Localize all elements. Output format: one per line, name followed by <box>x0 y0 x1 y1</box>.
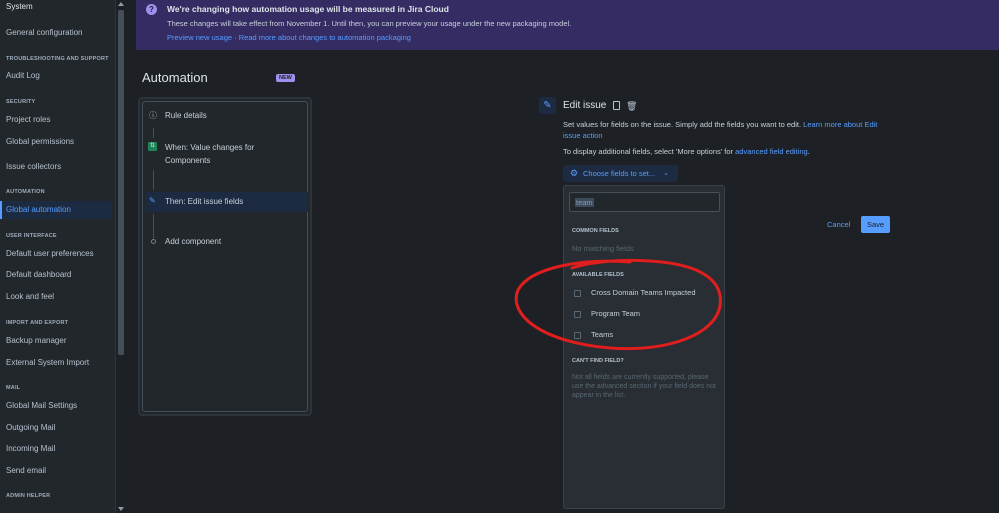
add-component-item[interactable]: Add component <box>143 236 307 250</box>
checkbox[interactable] <box>574 332 581 339</box>
sidebar-section-troubleshooting: TROUBLESHOOTING AND SUPPORT <box>6 56 109 62</box>
field-option-label: Program Team <box>591 309 641 318</box>
banner-text: These changes will take effect from Nove… <box>167 19 572 28</box>
sidebar-section-user-interface: USER INTERFACE <box>6 233 57 239</box>
chevron-down-icon: ⌄ <box>663 170 669 177</box>
edit-description: Set values for fields on the issue. Simp… <box>563 119 893 141</box>
read-more-link[interactable]: Read more about changes to automation pa… <box>239 33 411 42</box>
sidebar-item-global-automation[interactable]: Global automation <box>0 201 112 219</box>
common-fields-heading: COMMON FIELDS <box>572 228 619 234</box>
sidebar-item-general-configuration[interactable]: General configuration <box>0 24 112 42</box>
field-option-label: Teams <box>591 330 614 339</box>
save-button[interactable]: Save <box>861 216 890 233</box>
field-option-program-team[interactable]: Program Team <box>564 306 724 324</box>
sidebar-item-external-system-import[interactable]: External System Import <box>0 354 112 372</box>
cant-find-heading: CAN'T FIND FIELD? <box>572 358 624 364</box>
edit-issue-title: Edit issue <box>563 100 607 111</box>
checkbox[interactable] <box>574 311 581 318</box>
choose-fields-button[interactable]: ⚙ Choose fields to set... ⌄ <box>563 165 678 182</box>
sidebar-section-security: SECURITY <box>6 99 36 105</box>
banner-link-separator: · <box>234 33 237 42</box>
sidebar-item-audit-log[interactable]: Audit Log <box>0 67 112 85</box>
gear-icon: ⚙ <box>570 168 579 178</box>
pencil-icon: ✎ <box>149 196 156 205</box>
sidebar-item-system[interactable]: System <box>0 0 112 16</box>
sidebar-item-global-permissions[interactable]: Global permissions <box>0 133 112 151</box>
sidebar-scrollbar[interactable] <box>116 0 126 513</box>
sidebar-item-project-roles[interactable]: Project roles <box>0 111 112 129</box>
choose-fields-label: Choose fields to set... <box>583 169 656 178</box>
question-icon: ? <box>146 4 157 15</box>
connector-line <box>153 170 154 190</box>
no-matching-fields: No matching fields <box>572 244 634 253</box>
preview-usage-link[interactable]: Preview new usage <box>167 33 232 42</box>
sidebar-item-default-user-preferences[interactable]: Default user preferences <box>0 245 112 263</box>
rule-details-label: Rule details <box>165 111 207 120</box>
add-component-label: Add component <box>165 237 222 246</box>
scroll-up-icon[interactable] <box>118 2 124 6</box>
edit-pencil-icon: ✎ <box>539 97 556 114</box>
edit-description-text: Set values for fields on the issue. Simp… <box>563 120 802 129</box>
available-fields-heading: AVAILABLE FIELDS <box>572 272 624 278</box>
banner-title: We're changing how automation usage will… <box>167 4 449 14</box>
connector-line <box>153 214 154 238</box>
admin-sidebar: System General configuration TROUBLESHOO… <box>0 0 116 513</box>
advanced-editing-hint: To display additional fields, select 'Mo… <box>563 147 810 156</box>
advanced-field-editing-link[interactable]: advanced field editing <box>735 147 808 156</box>
advanced-hint-suffix: . <box>807 147 810 156</box>
connector-line <box>153 128 154 138</box>
sidebar-item-look-and-feel[interactable]: Look and feel <box>0 288 112 306</box>
sidebar-item-global-mail-settings[interactable]: Global Mail Settings <box>0 397 112 415</box>
advanced-hint-text: To display additional fields, select 'Mo… <box>563 147 734 156</box>
trigger-label: When: Value changes for Components <box>165 143 255 165</box>
field-option-label: Cross Domain Teams Impacted <box>591 288 696 297</box>
copy-icon[interactable] <box>613 101 620 110</box>
scroll-thumb[interactable] <box>118 10 124 355</box>
field-search-value: team <box>575 198 594 207</box>
field-search-input[interactable]: team <box>569 192 720 212</box>
sidebar-item-issue-collectors[interactable]: Issue collectors <box>0 158 112 176</box>
sidebar-section-automation: AUTOMATION <box>6 189 45 195</box>
trash-icon[interactable]: 🗑 <box>626 101 637 112</box>
cancel-button[interactable]: Cancel <box>827 217 850 233</box>
action-item-selected[interactable]: ✎ Then: Edit issue fields <box>145 192 308 212</box>
new-badge: NEW <box>276 74 295 82</box>
rule-panel: ⓘ Rule details ⇅ When: Value changes for… <box>138 97 312 416</box>
field-option-teams[interactable]: Teams <box>564 327 724 345</box>
sidebar-item-backup-manager[interactable]: Backup manager <box>0 332 112 350</box>
checkbox[interactable] <box>574 290 581 297</box>
action-label: Then: Edit issue fields <box>165 197 244 206</box>
packaging-banner: ? We're changing how automation usage wi… <box>136 0 999 50</box>
sidebar-item-send-email[interactable]: Send email <box>0 462 112 480</box>
sidebar-section-mail: MAIL <box>6 385 21 391</box>
rule-list: ⓘ Rule details ⇅ When: Value changes for… <box>142 101 308 412</box>
trigger-icon: ⇅ <box>148 142 157 151</box>
trigger-item[interactable]: ⇅ When: Value changes for Components <box>143 140 307 168</box>
sidebar-item-default-dashboard[interactable]: Default dashboard <box>0 266 112 284</box>
banner-links: Preview new usage · Read more about chan… <box>167 33 411 42</box>
sidebar-section-import-export: IMPORT AND EXPORT <box>6 320 69 326</box>
scroll-down-icon[interactable] <box>118 507 124 511</box>
info-icon: ⓘ <box>149 111 157 120</box>
fields-dropdown: team COMMON FIELDS No matching fields AV… <box>563 185 725 509</box>
cant-find-text: Not all fields are currently supported, … <box>572 374 716 399</box>
field-option-cross-domain-teams[interactable]: Cross Domain Teams Impacted <box>564 285 724 303</box>
sidebar-item-outgoing-mail[interactable]: Outgoing Mail <box>0 419 112 437</box>
rule-details-item[interactable]: ⓘ Rule details <box>143 110 307 124</box>
sidebar-item-incoming-mail[interactable]: Incoming Mail <box>0 440 112 458</box>
sidebar-section-admin-helper: ADMIN HELPER <box>6 493 51 499</box>
page-title: Automation <box>142 70 208 85</box>
